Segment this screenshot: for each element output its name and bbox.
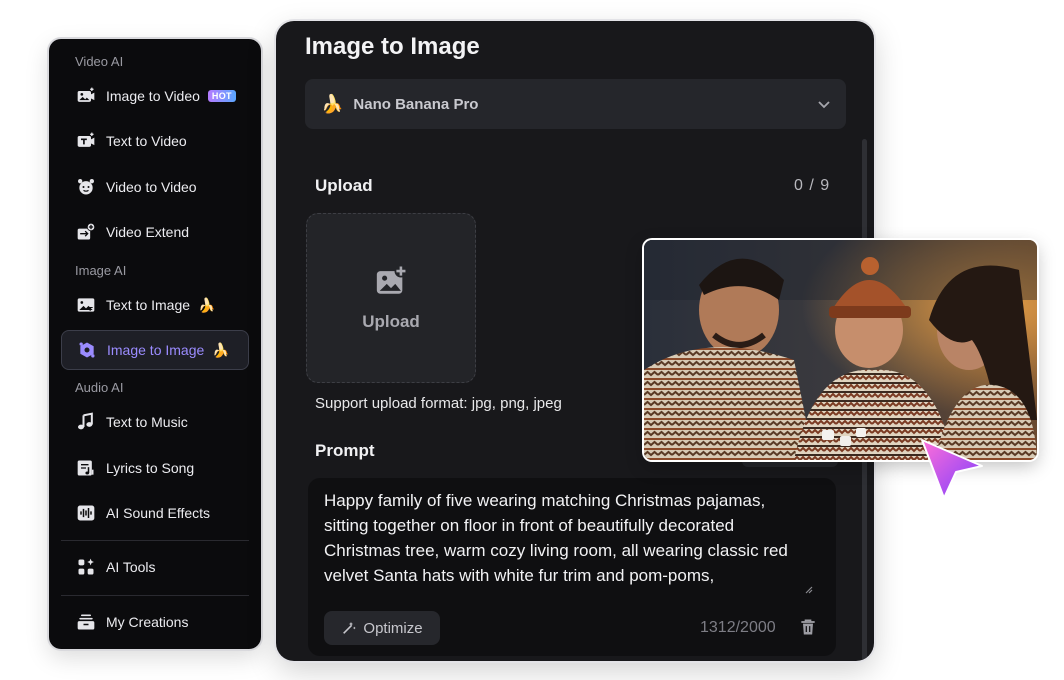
add-image-icon [376,264,408,294]
preview-photo [644,240,1037,460]
sidebar-item-image-to-video[interactable]: Image to Video HOT [61,76,249,116]
sidebar-item-label: AI Tools [106,559,156,575]
sidebar-item-ai-sound-effects[interactable]: AI Sound Effects [61,493,249,533]
sidebar-item-ai-tools[interactable]: AI Tools [61,547,249,587]
trash-icon[interactable] [798,617,818,637]
chevron-down-icon [818,97,830,112]
sidebar-item-image-to-image[interactable]: Image to Image 🍌 [61,330,249,370]
video-extend-icon [75,221,97,243]
support-format-text: Support upload format: jpg, png, jpeg [315,395,562,412]
upload-button-label: Upload [362,312,420,331]
model-name: Nano Banana Pro [353,95,479,113]
sidebar-item-label: My Creations [106,614,189,630]
text-to-video-icon [75,130,97,152]
magic-wand-icon [343,622,357,634]
char-count: 1312/2000 [700,619,776,636]
hot-badge: HOT [207,90,236,102]
section-title-video-ai: Video AI [75,54,124,69]
prompt-text[interactable]: Happy family of five wearing matching Ch… [324,488,804,588]
text-to-image-icon [75,294,97,316]
tools-grid-icon [75,556,97,578]
sidebar-item-label: Video to Video [106,179,197,195]
section-title-image-ai: Image AI [75,263,127,278]
prompt-textarea[interactable]: Happy family of five wearing matching Ch… [308,478,836,656]
music-note-icon [75,411,97,433]
sidebar-item-label: Text to Video [106,133,187,149]
image-to-video-icon [75,85,97,107]
model-select[interactable]: 🍌 Nano Banana Pro [305,79,846,129]
image-to-image-icon [76,339,98,361]
sidebar-item-my-creations[interactable]: My Creations [61,602,249,642]
sidebar-item-label: Text to Music [106,414,188,430]
sidebar-item-label: Image to Video [106,88,200,104]
prompt-label: Prompt [315,441,375,460]
optimize-label: Optimize [363,619,423,637]
upload-section-label: Upload [315,176,373,195]
pointer-cursor-icon [921,439,983,499]
creations-stack-icon [75,611,97,633]
sound-wave-icon [75,502,97,524]
sidebar: Video AI Image to Video HOT Text to Vide… [49,39,261,649]
section-title-audio-ai: Audio AI [75,380,124,395]
banana-icon: 🍌 [321,93,344,114]
video-to-video-icon [75,176,97,198]
banana-icon: 🍌 [212,341,230,358]
sidebar-item-video-extend[interactable]: Video Extend [61,212,249,252]
sidebar-item-label: AI Sound Effects [106,505,211,521]
sidebar-item-text-to-video[interactable]: Text to Video [61,121,249,161]
sidebar-item-label: Text to Image [106,297,191,313]
sidebar-item-label: Lyrics to Song [106,460,195,476]
sidebar-item-label: Video Extend [106,224,190,240]
sidebar-item-label: Image to Image [107,342,205,358]
resize-handle-icon[interactable] [803,584,813,597]
sidebar-item-text-to-image[interactable]: Text to Image 🍌 [61,285,249,325]
sidebar-divider [61,595,249,596]
optimize-button[interactable]: Optimize [324,611,440,645]
banana-icon: 🍌 [198,296,216,313]
page-title: Image to Image [305,33,480,60]
sidebar-item-text-to-music[interactable]: Text to Music [61,402,249,442]
upload-count: 0 / 9 [794,177,831,194]
sidebar-item-video-to-video[interactable]: Video to Video [61,167,249,207]
lyrics-icon [75,457,97,479]
sidebar-divider [61,540,249,541]
sidebar-item-lyrics-to-song[interactable]: Lyrics to Song [61,448,249,488]
upload-dropzone[interactable]: Upload [306,213,476,383]
